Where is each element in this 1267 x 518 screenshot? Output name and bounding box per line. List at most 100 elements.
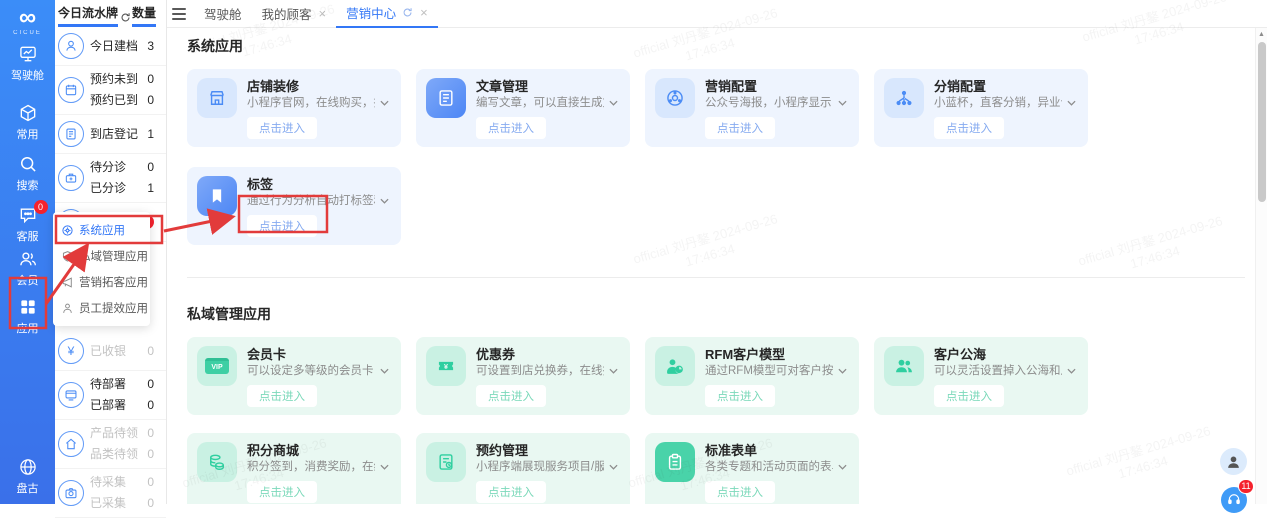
card-tag[interactable]: 标签 通过行为分析自动打标签和员工... 点击进入	[187, 167, 401, 245]
refresh-icon[interactable]	[120, 12, 131, 23]
enter-button[interactable]: 点击进入	[247, 385, 317, 407]
enter-button[interactable]: 点击进入	[705, 481, 775, 503]
flow-row[interactable]: 已部署 0	[90, 395, 154, 416]
scrollbar-thumb[interactable]	[1258, 42, 1266, 202]
members-icon	[18, 249, 38, 269]
vertical-scrollbar[interactable]: ▲	[1255, 28, 1267, 504]
menu-item-private-domain-apps[interactable]: 私域管理应用	[53, 243, 150, 269]
app-logo: ∞ CICUE	[13, 6, 42, 36]
enter-button-tag[interactable]: 点击进入	[247, 215, 317, 237]
card-desc: 小程序端展现服务项目/服务人...	[476, 459, 604, 475]
flow-row[interactable]: 已分诊 1	[90, 178, 154, 199]
card-standard-form[interactable]: 标准表单 各类专题和活动页面的表单可方... 点击进入	[645, 433, 859, 504]
tab-dashboard[interactable]: 驾驶舱	[194, 0, 252, 28]
chevron-down-icon[interactable]	[609, 100, 618, 106]
rail-item-pangu[interactable]: 盘古	[17, 457, 39, 496]
enter-button[interactable]: 点击进入	[705, 117, 775, 139]
menu-item-staff-efficiency-apps[interactable]: 员工提效应用	[53, 295, 150, 321]
close-icon[interactable]: ×	[420, 6, 428, 19]
flow-panel-header: 今日流水牌 数量	[55, 0, 166, 27]
rail-item-label: 客服	[17, 228, 39, 244]
flow-row[interactable]: 已收银 0	[90, 341, 154, 362]
enter-button[interactable]: 点击进入	[476, 117, 546, 139]
flow-row[interactable]: 待部署 0	[90, 374, 154, 395]
rail-item-search[interactable]: 搜索	[17, 154, 39, 193]
chevron-down-icon[interactable]	[1067, 100, 1076, 106]
enter-button[interactable]: 点击进入	[476, 481, 546, 503]
home-icon	[58, 431, 84, 457]
enter-button[interactable]: 点击进入	[934, 385, 1004, 407]
flow-panel-title: 今日流水牌	[58, 4, 118, 27]
card-desc: 积分签到，消费奖励，在线购买...	[247, 459, 375, 475]
chevron-down-icon[interactable]	[1067, 368, 1076, 374]
card-title: 会员卡	[247, 346, 389, 363]
enter-button[interactable]: 点击进入	[247, 481, 317, 503]
flow-row[interactable]: 品类待领 0	[90, 444, 154, 465]
menu-item-marketing-expansion-apps[interactable]: 营销拓客应用	[53, 269, 150, 295]
flow-row[interactable]: 预约未到 0	[90, 69, 154, 90]
rail-item-members[interactable]: 会员	[17, 249, 39, 288]
flow-row[interactable]: 预约已到 0	[90, 90, 154, 111]
standard-form-icon	[655, 442, 695, 482]
menu-item-label: 私域管理应用	[79, 248, 148, 264]
chevron-down-icon[interactable]	[380, 368, 389, 374]
triage-bag-icon	[58, 165, 84, 191]
card-distribution-config[interactable]: 分销配置 小蓝杯，直客分销，异业合作的... 点击进入	[874, 69, 1088, 147]
rail-item-common[interactable]: 常用	[17, 103, 39, 142]
card-desc: 各类专题和活动页面的表单可方...	[705, 459, 833, 475]
card-article-management[interactable]: 文章管理 编写文章，可以直接生成文章海... 点击进入	[416, 69, 630, 147]
card-store-decoration[interactable]: 店铺装修 小程序官网，在线购买，拼团，... 点击进入	[187, 69, 401, 147]
card-marketing-config[interactable]: 营销配置 公众号海报，小程序显示，小程... 点击进入	[645, 69, 859, 147]
card-coupon[interactable]: ¥ 优惠券 可设置到店兑换券，在线抵扣券... 点击进入	[416, 337, 630, 415]
card-desc: 小程序官网，在线购买，拼团，...	[247, 95, 375, 111]
dashboard-icon	[18, 44, 38, 64]
private-domain-icon	[61, 250, 74, 263]
tag-icon	[197, 176, 237, 216]
card-booking-management[interactable]: 预约管理 小程序端展现服务项目/服务人... 点击进入	[416, 433, 630, 504]
rail-item-service[interactable]: 0 客服	[17, 205, 39, 244]
enter-button[interactable]: 点击进入	[476, 385, 546, 407]
close-icon[interactable]: ×	[319, 7, 327, 20]
rail-item-label: 应用	[17, 320, 39, 336]
chevron-down-icon[interactable]	[380, 464, 389, 470]
flow-group-capture: 待采集 0 已采集 0	[55, 469, 166, 518]
card-member-card[interactable]: VIP 会员卡 可以设定多等级的会员卡，并设... 点击进入	[187, 337, 401, 415]
rail-item-label: 搜索	[17, 177, 39, 193]
card-rfm-model[interactable]: RFM客户模型 通过RFM模型可对客户按活跃度... 点击进入	[645, 337, 859, 415]
card-points-mall[interactable]: 积分商城 积分签到，消费奖励，在线购买... 点击进入	[187, 433, 401, 504]
chevron-down-icon[interactable]	[838, 100, 847, 106]
rail-item-apps[interactable]: 应用	[17, 297, 39, 336]
rail-item-label: 驾驶舱	[11, 67, 44, 83]
hamburger-menu-icon[interactable]	[172, 5, 186, 23]
card-customer-pool[interactable]: 客户公海 可以灵活设置掉入公海和从公海... 点击进入	[874, 337, 1088, 415]
chevron-down-icon[interactable]	[838, 368, 847, 374]
refresh-icon[interactable]	[402, 7, 413, 18]
assistant-avatar[interactable]	[1220, 448, 1247, 475]
chevron-down-icon[interactable]	[380, 100, 389, 106]
flow-row[interactable]: 待采集 0	[90, 472, 154, 493]
flow-row[interactable]: 待分诊 0	[90, 157, 154, 178]
enter-button[interactable]: 点击进入	[247, 117, 317, 139]
yen-icon: ¥	[58, 338, 84, 364]
menu-item-system-apps[interactable]: 系统应用	[53, 217, 150, 243]
chevron-down-icon[interactable]	[609, 464, 618, 470]
card-title: 店铺装修	[247, 78, 389, 95]
chevron-down-icon[interactable]	[380, 198, 389, 204]
tab-label: 驾驶舱	[204, 4, 242, 23]
flow-row[interactable]: 到店登记 1	[90, 124, 154, 145]
rail-item-dashboard[interactable]: 驾驶舱	[11, 44, 44, 83]
scroll-up-arrow[interactable]: ▲	[1256, 28, 1267, 42]
chevron-down-icon[interactable]	[609, 368, 618, 374]
enter-button[interactable]: 点击进入	[934, 117, 1004, 139]
apps-grid-icon	[18, 297, 38, 317]
flow-row[interactable]: 今日建档 3	[90, 36, 154, 57]
flow-row[interactable]: 产品待领 0	[90, 423, 154, 444]
tab-marketing-center[interactable]: 营销中心 ×	[336, 0, 438, 28]
tab-my-customers[interactable]: 我的顾客 ×	[252, 0, 337, 28]
flow-group-deploy: 待部署 0 已部署 0	[55, 371, 166, 420]
chevron-down-icon[interactable]	[838, 464, 847, 470]
person-photo-icon	[1225, 453, 1242, 470]
system-apps-grid: 店铺装修 小程序官网，在线购买，拼团，... 点击进入 文章管理 编写文章，可以…	[187, 69, 1267, 245]
enter-button[interactable]: 点击进入	[705, 385, 775, 407]
card-desc: 通过行为分析自动打标签和员工...	[247, 193, 375, 209]
